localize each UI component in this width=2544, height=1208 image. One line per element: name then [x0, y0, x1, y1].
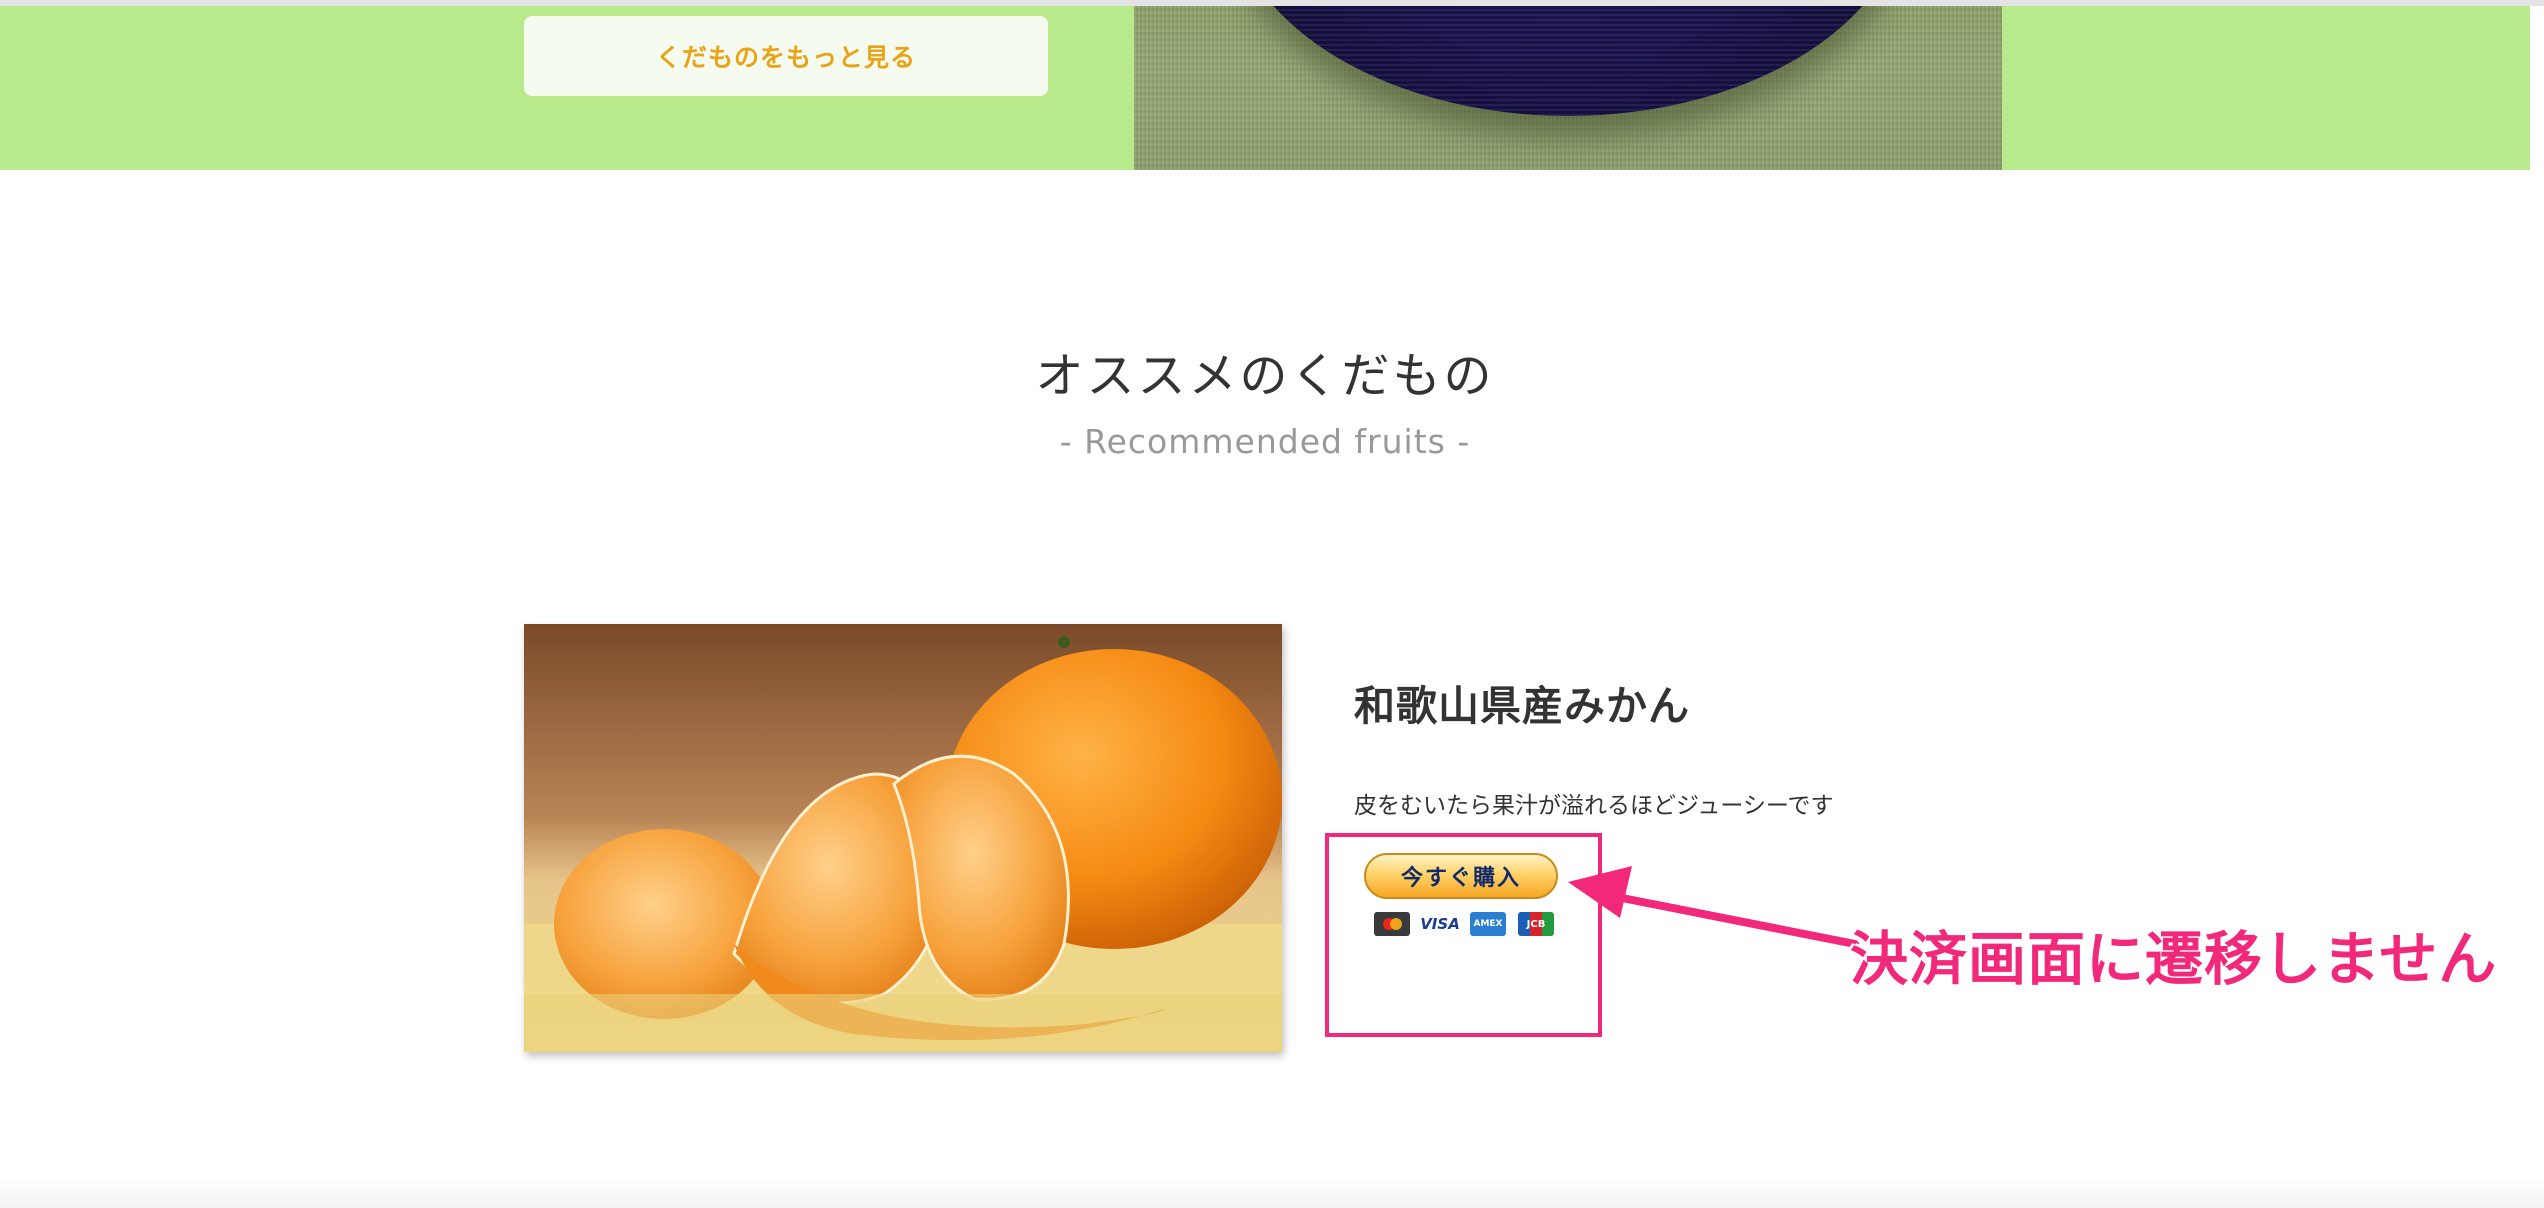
see-more-fruits-button[interactable]: くだものをもっと見る — [524, 16, 1048, 96]
payment-card-icons: VISA AMEX JCB — [1374, 910, 1554, 938]
section-subtitle: - Recommended fruits - — [1059, 422, 1471, 461]
amex-icon: AMEX — [1470, 912, 1506, 936]
product-name: 和歌山県産みかん — [1354, 682, 1690, 730]
visa-icon: VISA — [1420, 915, 1460, 933]
mastercard-icon — [1374, 912, 1410, 936]
fruit-bowl-image — [1134, 6, 2002, 170]
annotation-arrow-icon — [1568, 866, 1859, 948]
jcb-icon: JCB — [1518, 912, 1554, 936]
buy-now-button[interactable]: 今すぐ購入 — [1364, 853, 1558, 899]
mikan-product-image — [524, 624, 1282, 1052]
annotation-text: 決済画面に遷移しません — [1850, 925, 2498, 993]
product-description: 皮をむいたら果汁が溢れるほどジューシーです — [1354, 793, 1834, 819]
bottom-divider — [0, 1178, 2544, 1208]
page: くだものをもっと見る オススメのくだもの - Recommended fruit… — [0, 0, 2544, 1208]
section-title: オススメのくだもの — [1035, 348, 1495, 404]
